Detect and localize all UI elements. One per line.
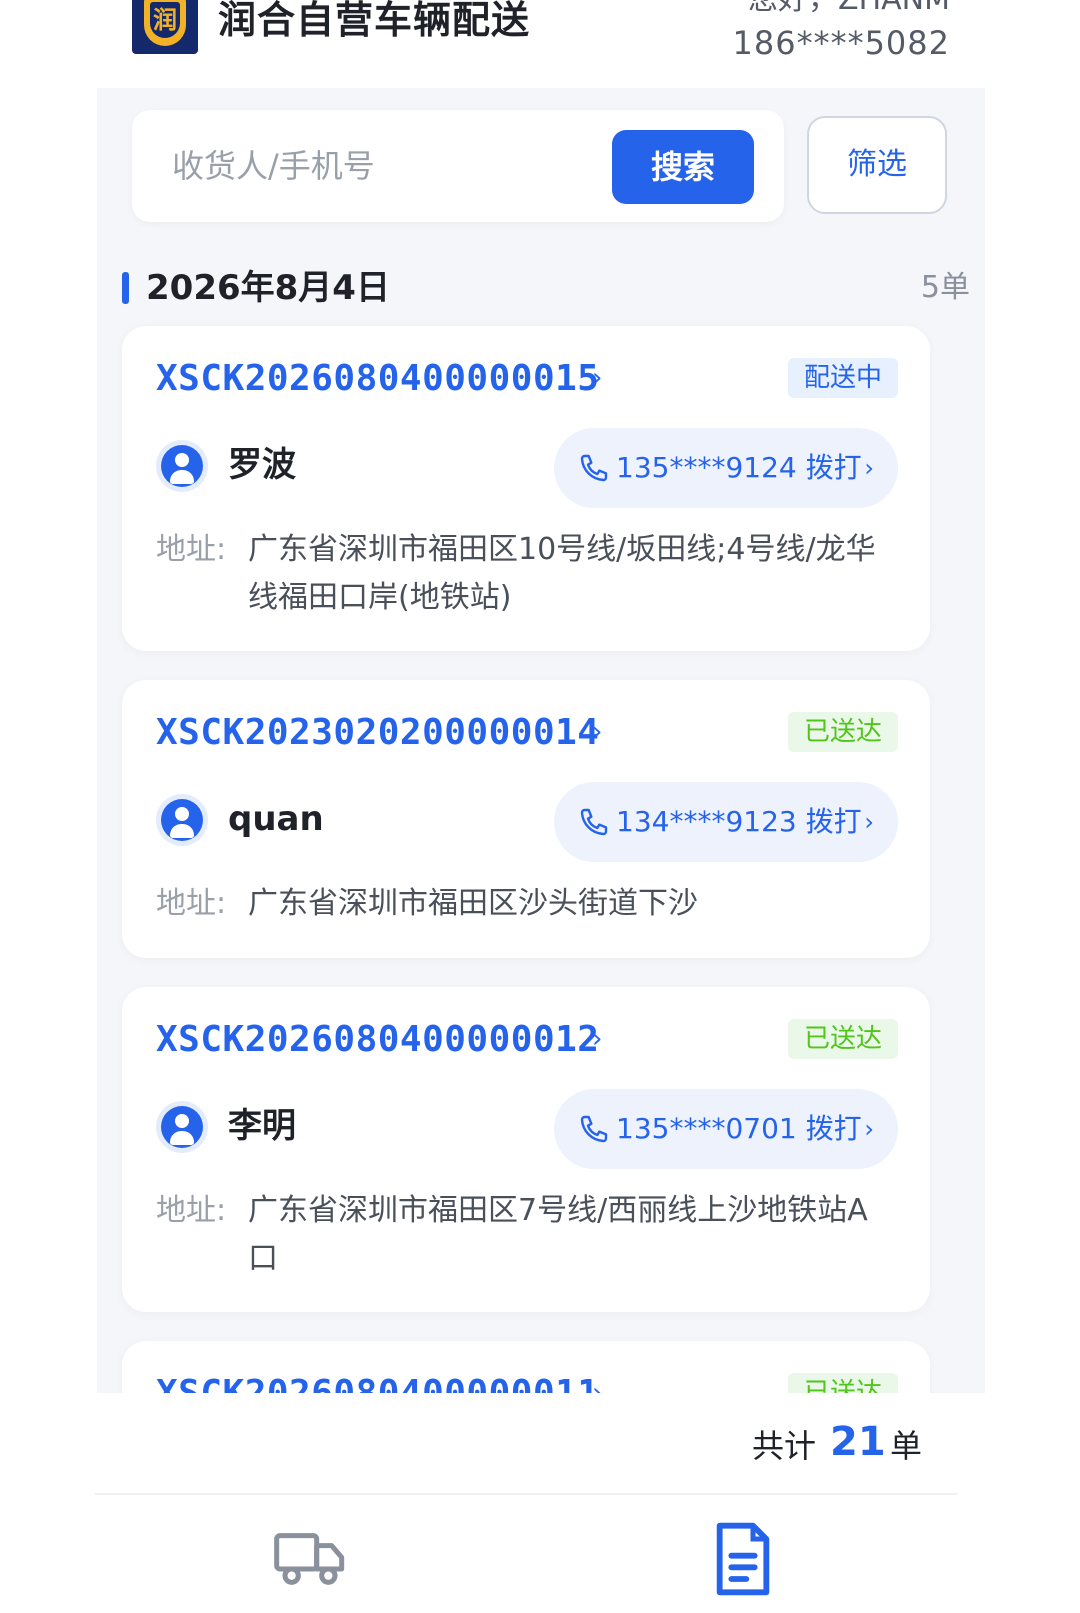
chevron-right-icon: › — [864, 1115, 874, 1143]
call-button[interactable]: 135****0701 拨打 › — [554, 1089, 898, 1169]
call-button[interactable]: 134****9123 拨打 › — [554, 782, 898, 862]
call-phone-text: 134****9123 拨打 — [616, 805, 862, 838]
bottom-tab-bar — [95, 1493, 957, 1613]
user-avatar-icon — [156, 440, 208, 492]
total-count: 21 — [830, 1419, 886, 1465]
order-card[interactable]: XSCK2026080400000015 › 配送中 罗波 135****912… — [122, 326, 930, 651]
order-card[interactable]: XSCK2023020200000014 › 已送达 quan 134****9… — [122, 680, 930, 958]
group-count: 5单 — [920, 270, 970, 305]
order-card[interactable]: XSCK2026080400000012 › 已送达 李明 135****070… — [122, 987, 930, 1312]
address-text: 广东省深圳市福田区10号线/坂田线;4号线/龙华线福田口岸(地铁站) — [248, 532, 876, 615]
app-logo: 润 — [132, 0, 198, 54]
status-badge: 已送达 — [787, 712, 898, 752]
chevron-right-icon: › — [592, 1024, 603, 1054]
group-date: 2026年8月4日 — [146, 268, 390, 308]
chevron-right-icon: › — [864, 808, 874, 836]
phone-icon — [580, 454, 608, 482]
truck-icon — [274, 1533, 345, 1585]
recipient-name: quan — [228, 799, 324, 839]
phone-icon — [580, 1115, 608, 1143]
tab-orders[interactable] — [703, 1519, 783, 1599]
tab-delivery[interactable] — [270, 1519, 350, 1599]
date-marker — [122, 272, 129, 304]
user-phone: 186****5082 — [732, 24, 950, 62]
search-input[interactable] — [172, 140, 592, 192]
filter-button[interactable]: 筛选 — [807, 116, 947, 214]
recipient-name: 李明 — [228, 1106, 296, 1146]
total-prefix: 共计 — [752, 1427, 817, 1465]
app-title: 润合自营车辆配送 — [218, 0, 531, 42]
search-button[interactable]: 搜索 — [612, 130, 754, 204]
call-button[interactable]: 135****9124 拨打 › — [554, 428, 898, 508]
chevron-right-icon: › — [864, 454, 874, 482]
recipient-name: 罗波 — [228, 445, 296, 485]
address-text: 广东省深圳市福田区沙头街道下沙 — [248, 886, 698, 921]
order-number-link[interactable]: XSCK2023020200000014 — [156, 710, 599, 756]
user-greeting: 您好，ZHANM — [748, 0, 950, 18]
address-label: 地址: — [156, 1193, 227, 1228]
logo-char: 润 — [150, 2, 180, 38]
app-header: 润 润合自营车辆配送 您好，ZHANM 186****5082 — [0, 0, 1080, 88]
status-badge: 配送中 — [787, 358, 898, 398]
user-avatar-icon — [156, 1101, 208, 1153]
call-phone-text: 135****0701 拨打 — [616, 1112, 862, 1145]
call-phone-text: 135****9124 拨打 — [616, 451, 862, 484]
address-text: 广东省深圳市福田区7号线/西丽线上沙地铁站A口 — [248, 1193, 868, 1276]
chevron-right-icon: › — [592, 717, 603, 747]
phone-icon — [580, 808, 608, 836]
order-total-bar: 共计 21 单 — [0, 1393, 1080, 1493]
order-number-link[interactable]: XSCK2026080400000015 — [156, 356, 599, 402]
search-bar: 搜索 — [132, 110, 784, 222]
document-icon — [716, 1522, 770, 1596]
total-unit: 单 — [890, 1427, 923, 1465]
date-group-header: 2026年8月4日 5单 — [122, 266, 970, 310]
order-list-panel: 搜索 筛选 2026年8月4日 5单 XSCK2026080400000015 … — [97, 88, 985, 1431]
shield-icon: 润 — [144, 0, 186, 46]
order-number-link[interactable]: XSCK2026080400000012 — [156, 1017, 599, 1063]
chevron-right-icon: › — [592, 363, 603, 393]
address-label: 地址: — [156, 532, 227, 567]
user-avatar-icon — [156, 794, 208, 846]
address-label: 地址: — [156, 886, 227, 921]
status-badge: 已送达 — [787, 1019, 898, 1059]
